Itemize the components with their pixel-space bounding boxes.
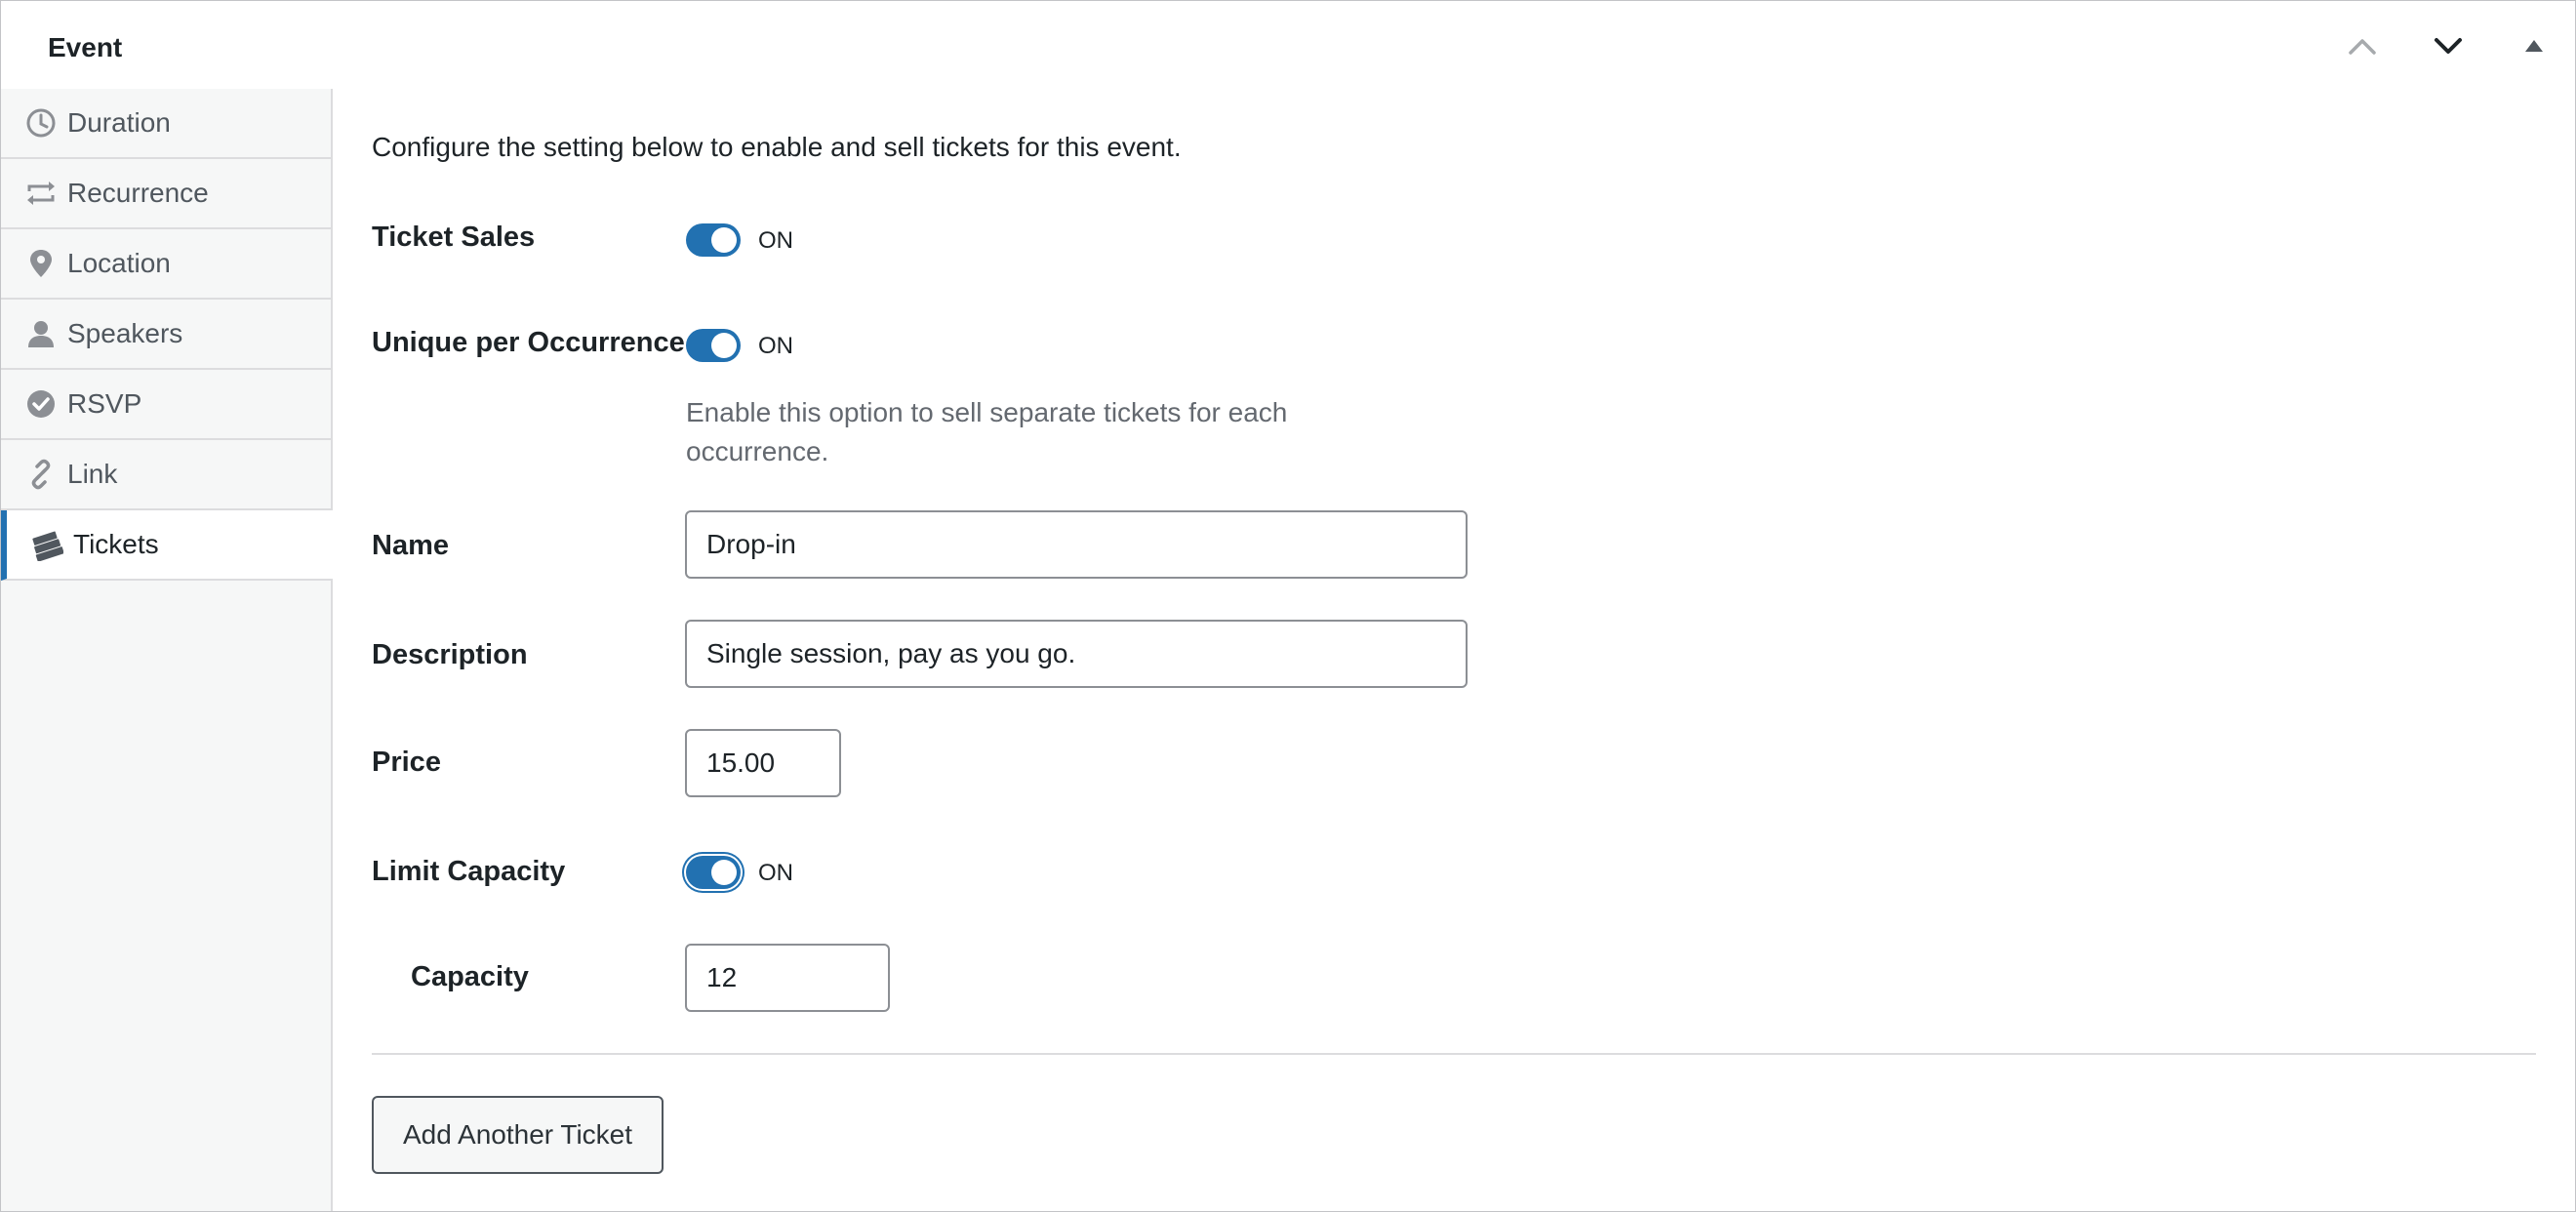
clock-icon [24, 106, 58, 140]
caret-up-icon [2525, 40, 2543, 52]
sidebar-item-label: Location [67, 248, 171, 278]
divider [372, 1053, 2536, 1055]
check-circle-icon [24, 387, 58, 421]
metabox-title: Event [48, 32, 123, 62]
sidebar-item-location[interactable]: Location [1, 229, 331, 300]
ticket-sales-state: ON [758, 227, 793, 254]
chevron-down-icon [2435, 38, 2462, 54]
description-label: Description [372, 639, 528, 670]
link-icon [24, 458, 58, 491]
tickets-icon [30, 528, 63, 561]
person-icon [24, 317, 58, 350]
limit-capacity-toggle[interactable] [686, 856, 741, 889]
location-pin-icon [24, 247, 58, 280]
sidebar-item-label: Link [67, 459, 118, 489]
name-input[interactable] [685, 510, 1468, 579]
move-up-button[interactable] [2339, 22, 2386, 69]
price-input[interactable] [685, 729, 841, 797]
chevron-up-icon [2349, 39, 2376, 55]
unique-per-occurrence-toggle[interactable] [686, 329, 741, 362]
ticket-sales-label: Ticket Sales [372, 222, 536, 253]
capacity-label: Capacity [411, 961, 529, 992]
sidebar-item-label: Tickets [73, 529, 159, 559]
price-label: Price [372, 747, 441, 778]
move-down-button[interactable] [2425, 22, 2472, 69]
sidebar: Duration Recurrence Location Speakers RS… [1, 89, 333, 1211]
unique-per-occurrence-state: ON [758, 333, 793, 359]
unique-per-occurrence-label: Unique per Occurrence [372, 327, 685, 358]
sidebar-item-label: Duration [67, 107, 171, 138]
limit-capacity-label: Limit Capacity [372, 856, 566, 887]
sidebar-item-duration[interactable]: Duration [1, 89, 331, 159]
intro-text: Configure the setting below to enable an… [372, 132, 1182, 162]
event-metabox: Event Duration Recurrence Location Speak… [0, 0, 2576, 1212]
sidebar-item-rsvp[interactable]: RSVP [1, 370, 331, 440]
metabox-header: Event [1, 1, 2575, 89]
sidebar-item-label: RSVP [67, 388, 142, 419]
repeat-icon [24, 177, 58, 210]
add-another-ticket-button[interactable]: Add Another Ticket [372, 1096, 664, 1174]
sidebar-item-tickets[interactable]: Tickets [1, 510, 333, 581]
capacity-input[interactable] [685, 944, 890, 1012]
sidebar-item-recurrence[interactable]: Recurrence [1, 159, 331, 229]
toggle-knob [711, 860, 737, 885]
toggle-knob [711, 227, 737, 253]
sidebar-item-label: Recurrence [67, 178, 209, 208]
ticket-sales-toggle[interactable] [686, 223, 741, 257]
unique-per-occurrence-help: Enable this option to sell separate tick… [686, 397, 1288, 466]
description-input[interactable] [685, 620, 1468, 688]
name-label: Name [372, 530, 449, 561]
sidebar-item-label: Speakers [67, 318, 183, 348]
toggle-knob [711, 333, 737, 358]
sidebar-item-speakers[interactable]: Speakers [1, 300, 331, 370]
tickets-panel: Configure the setting below to enable an… [333, 89, 2575, 1211]
limit-capacity-state: ON [758, 860, 793, 886]
sidebar-item-link[interactable]: Link [1, 440, 331, 510]
toggle-panel-button[interactable] [2511, 22, 2557, 69]
